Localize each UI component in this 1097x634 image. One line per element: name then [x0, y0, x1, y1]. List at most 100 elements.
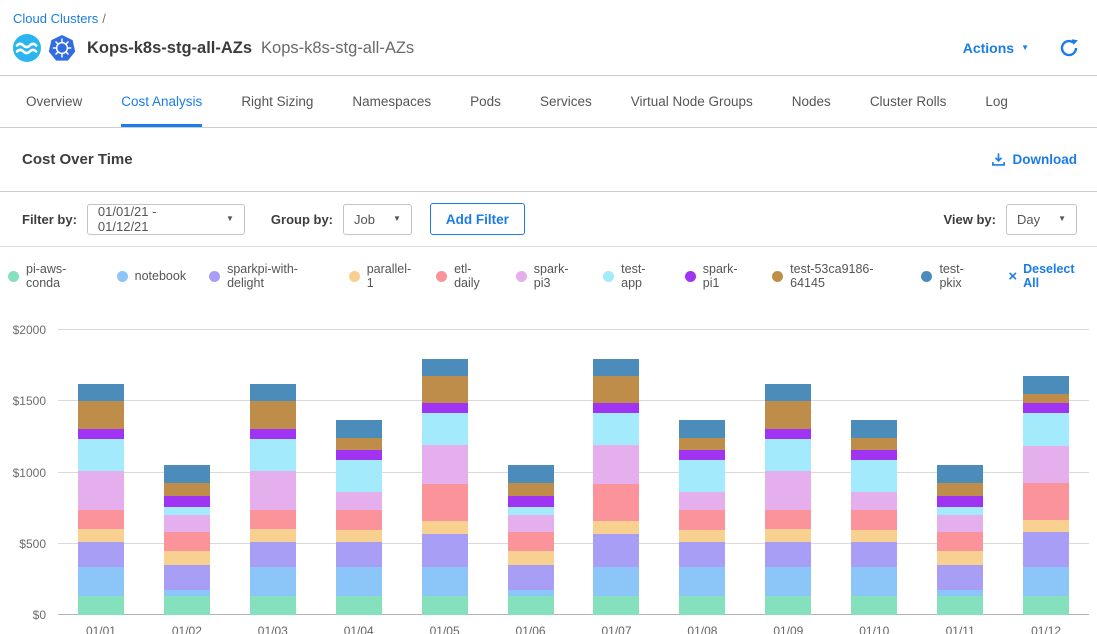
bar-segment-spark-pi3[interactable] [250, 471, 296, 509]
bar-segment-test-pkix[interactable] [593, 359, 639, 376]
tab-namespaces[interactable]: Namespaces [352, 76, 431, 127]
bar-segment-spark-pi3[interactable] [78, 471, 124, 509]
bar-segment-notebook[interactable] [250, 567, 296, 596]
bar-segment-etl-daily[interactable] [765, 510, 811, 529]
bar-segment-etl-daily[interactable] [679, 510, 725, 530]
bar-segment-spark-pi3[interactable] [679, 492, 725, 510]
bar-segment-spark-pi1[interactable] [851, 450, 897, 461]
bar-segment-pi-aws-conda[interactable] [78, 596, 124, 615]
bar-segment-test-53ca9186-64145[interactable] [250, 401, 296, 429]
bar-segment-spark-pi1[interactable] [250, 429, 296, 439]
bar-segment-etl-daily[interactable] [937, 532, 983, 551]
bar-segment-parallel-1[interactable] [851, 530, 897, 542]
bar-segment-test-pkix[interactable] [508, 465, 554, 484]
tab-virtual-node-groups[interactable]: Virtual Node Groups [631, 76, 753, 127]
bar-segment-spark-pi3[interactable] [1023, 446, 1069, 483]
bar-segment-sparkpi-with-delight[interactable] [336, 542, 382, 567]
tab-overview[interactable]: Overview [26, 76, 82, 127]
bar-segment-spark-pi1[interactable] [78, 429, 124, 439]
bar-segment-test-53ca9186-64145[interactable] [679, 438, 725, 450]
bar-segment-etl-daily[interactable] [851, 510, 897, 530]
bar-segment-pi-aws-conda[interactable] [250, 596, 296, 615]
bar-segment-spark-pi3[interactable] [765, 471, 811, 509]
bar-segment-spark-pi3[interactable] [164, 515, 210, 532]
bar-segment-spark-pi3[interactable] [508, 515, 554, 532]
bar-segment-test-pkix[interactable] [765, 384, 811, 401]
bar-segment-test-app[interactable] [78, 439, 124, 471]
bar-segment-etl-daily[interactable] [1023, 483, 1069, 520]
bar-segment-spark-pi1[interactable] [1023, 403, 1069, 413]
bar-segment-spark-pi3[interactable] [593, 445, 639, 483]
bar-segment-test-pkix[interactable] [1023, 376, 1069, 395]
bar-segment-sparkpi-with-delight[interactable] [937, 565, 983, 590]
bar-segment-pi-aws-conda[interactable] [851, 596, 897, 615]
stacked-bar-01/12[interactable] [1023, 376, 1069, 615]
bar-segment-spark-pi1[interactable] [937, 496, 983, 507]
bar-segment-spark-pi3[interactable] [422, 445, 468, 483]
bar-segment-etl-daily[interactable] [78, 510, 124, 529]
bar-segment-spark-pi1[interactable] [765, 429, 811, 439]
bar-segment-notebook[interactable] [1023, 567, 1069, 596]
bar-segment-pi-aws-conda[interactable] [422, 596, 468, 615]
add-filter-button[interactable]: Add Filter [430, 203, 525, 235]
bar-segment-test-53ca9186-64145[interactable] [508, 483, 554, 496]
bar-segment-test-app[interactable] [1023, 413, 1069, 446]
bar-segment-etl-daily[interactable] [250, 510, 296, 529]
bar-segment-test-53ca9186-64145[interactable] [164, 483, 210, 496]
bar-segment-sparkpi-with-delight[interactable] [508, 565, 554, 590]
stacked-bar-01/07[interactable] [593, 359, 639, 615]
bar-segment-sparkpi-with-delight[interactable] [164, 565, 210, 590]
stacked-bar-01/04[interactable] [336, 420, 382, 615]
view-by-dropdown[interactable]: Day ▼ [1006, 204, 1077, 235]
bar-segment-notebook[interactable] [593, 567, 639, 596]
bar-segment-etl-daily[interactable] [422, 484, 468, 521]
bar-segment-test-53ca9186-64145[interactable] [336, 438, 382, 450]
stacked-bar-01/01[interactable] [78, 384, 124, 615]
bar-segment-test-53ca9186-64145[interactable] [78, 401, 124, 429]
bar-segment-notebook[interactable] [679, 567, 725, 596]
stacked-bar-01/09[interactable] [765, 384, 811, 615]
bar-segment-test-pkix[interactable] [78, 384, 124, 401]
bar-segment-etl-daily[interactable] [593, 484, 639, 521]
tab-log[interactable]: Log [985, 76, 1008, 127]
tab-services[interactable]: Services [540, 76, 592, 127]
bar-segment-test-53ca9186-64145[interactable] [765, 401, 811, 429]
bar-segment-test-pkix[interactable] [422, 359, 468, 376]
bar-segment-test-app[interactable] [593, 413, 639, 445]
bar-segment-parallel-1[interactable] [78, 529, 124, 542]
bar-segment-pi-aws-conda[interactable] [336, 596, 382, 615]
breadcrumb-link[interactable]: Cloud Clusters [13, 11, 98, 26]
legend-item-test-pkix[interactable]: test-pkix [921, 262, 981, 290]
stacked-bar-01/11[interactable] [937, 465, 983, 615]
bar-segment-notebook[interactable] [422, 567, 468, 596]
bar-segment-test-53ca9186-64145[interactable] [422, 376, 468, 403]
bar-segment-test-53ca9186-64145[interactable] [937, 483, 983, 496]
legend-item-etl-daily[interactable]: etl-daily [436, 262, 493, 290]
bar-segment-parallel-1[interactable] [164, 551, 210, 565]
date-range-dropdown[interactable]: 01/01/21 - 01/12/21 ▼ [87, 204, 245, 235]
legend-item-spark-pi1[interactable]: spark-pi1 [685, 262, 749, 290]
stacked-bar-01/08[interactable] [679, 420, 725, 615]
bar-segment-sparkpi-with-delight[interactable] [593, 534, 639, 567]
bar-segment-sparkpi-with-delight[interactable] [851, 542, 897, 567]
bar-segment-spark-pi1[interactable] [508, 496, 554, 507]
bar-segment-notebook[interactable] [851, 567, 897, 596]
bar-segment-pi-aws-conda[interactable] [593, 596, 639, 615]
bar-segment-etl-daily[interactable] [336, 510, 382, 530]
bar-segment-test-53ca9186-64145[interactable] [851, 438, 897, 450]
legend-item-pi-aws-conda[interactable]: pi-aws-conda [8, 262, 94, 290]
bar-segment-sparkpi-with-delight[interactable] [1023, 532, 1069, 567]
bar-segment-parallel-1[interactable] [937, 551, 983, 565]
bar-segment-spark-pi3[interactable] [937, 515, 983, 532]
bar-segment-test-app[interactable] [336, 460, 382, 492]
bar-segment-test-pkix[interactable] [937, 465, 983, 484]
bar-segment-parallel-1[interactable] [679, 530, 725, 542]
bar-segment-test-app[interactable] [250, 439, 296, 471]
bar-segment-parallel-1[interactable] [508, 551, 554, 565]
stacked-bar-01/10[interactable] [851, 420, 897, 615]
bar-segment-test-app[interactable] [765, 439, 811, 471]
bar-segment-etl-daily[interactable] [508, 532, 554, 551]
bar-segment-parallel-1[interactable] [765, 529, 811, 542]
legend-item-spark-pi3[interactable]: spark-pi3 [516, 262, 580, 290]
bar-segment-test-pkix[interactable] [851, 420, 897, 438]
